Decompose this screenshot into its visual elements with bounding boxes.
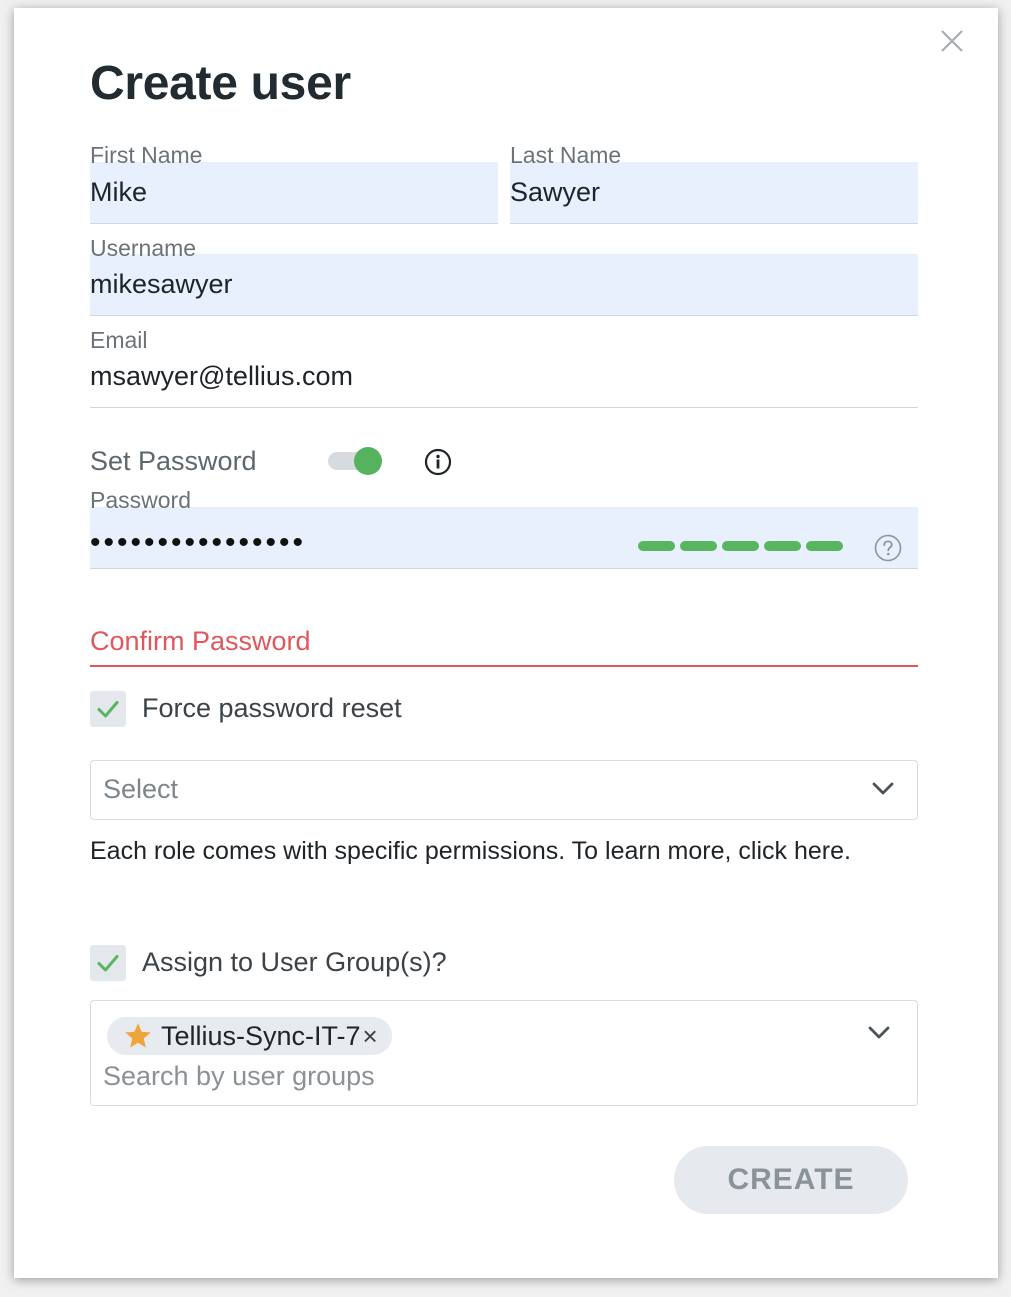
strength-segment: [722, 541, 759, 551]
force-reset-label: Force password reset: [142, 693, 402, 723]
group-chip: Tellius-Sync-IT-7 ×: [107, 1017, 392, 1055]
first-name-label: First Name: [90, 142, 203, 168]
password-strength-meter: [638, 541, 843, 551]
dialog-title: Create user: [90, 57, 351, 110]
checkmark-icon: [97, 955, 119, 972]
set-password-toggle[interactable]: [328, 446, 386, 476]
user-groups-select[interactable]: Tellius-Sync-IT-7 × Search by user group…: [90, 1000, 918, 1106]
group-chip-label: Tellius-Sync-IT-7: [161, 1020, 361, 1051]
username-label: Username: [90, 235, 197, 261]
checkmark-icon: [97, 701, 119, 718]
question-circle-icon[interactable]: [874, 534, 902, 562]
last-name-label: Last Name: [510, 142, 622, 168]
create-user-dialog: Create user First Name Mike Last Name Sa…: [14, 8, 998, 1278]
confirm-password-label: Confirm Password: [90, 626, 311, 656]
strength-segment: [764, 541, 801, 551]
group-search-input[interactable]: Search by user groups: [103, 1061, 375, 1092]
role-select[interactable]: Select: [90, 760, 918, 820]
close-icon[interactable]: [939, 28, 965, 54]
chevron-down-icon[interactable]: [867, 1025, 891, 1041]
star-icon: [125, 1023, 151, 1048]
password-label: Password: [90, 487, 191, 513]
password-value: ••••••••••••••••: [90, 526, 307, 559]
first-name-value: Mike: [90, 177, 148, 207]
create-button[interactable]: CREATE: [674, 1146, 908, 1214]
strength-segment: [638, 541, 675, 551]
info-icon[interactable]: [424, 448, 452, 476]
email-label: Email: [90, 327, 148, 353]
last-name-value: Sawyer: [510, 177, 601, 207]
confirm-password-field[interactable]: [90, 665, 918, 667]
assign-groups-checkbox[interactable]: [90, 945, 126, 981]
role-select-placeholder: Select: [103, 774, 179, 804]
first-name-field[interactable]: [90, 162, 498, 224]
email-value: msawyer@tellius.com: [90, 361, 353, 391]
chevron-down-icon: [872, 782, 894, 795]
set-password-label: Set Password: [90, 446, 257, 476]
strength-segment: [806, 541, 843, 551]
strength-segment: [680, 541, 717, 551]
role-help-text: Each role comes with specific permission…: [90, 837, 851, 865]
toggle-knob: [354, 447, 382, 475]
force-reset-checkbox[interactable]: [90, 691, 126, 727]
username-value: mikesawyer: [90, 269, 233, 299]
remove-chip-icon[interactable]: ×: [363, 1021, 378, 1052]
assign-groups-label: Assign to User Group(s)?: [142, 947, 447, 977]
